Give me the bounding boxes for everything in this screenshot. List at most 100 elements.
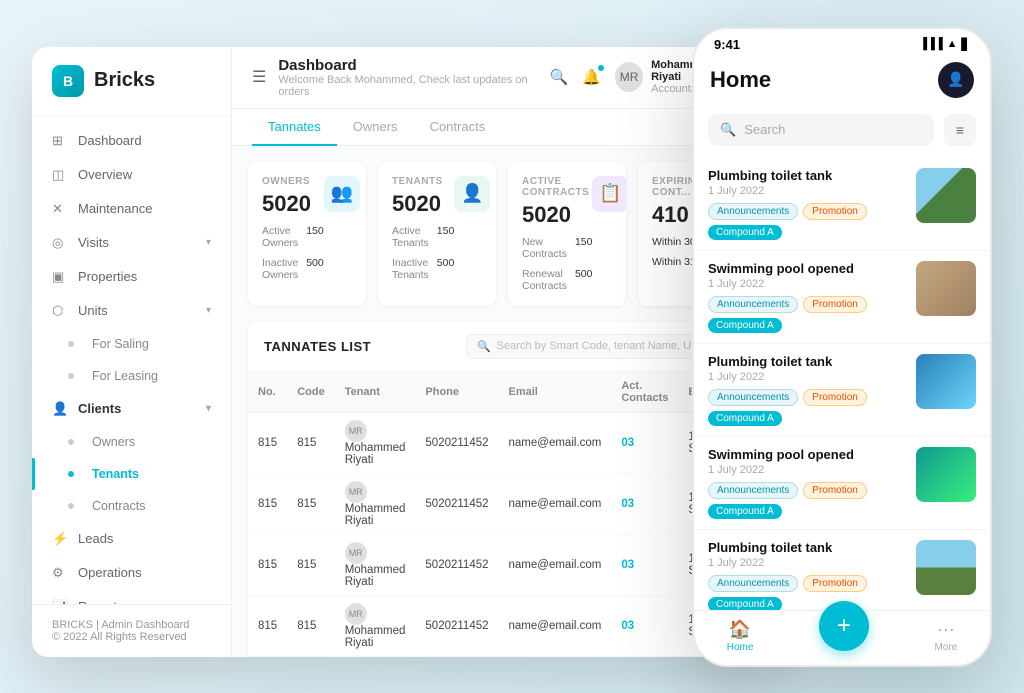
- feed-tags: AnnouncementsPromotionCompound A: [708, 389, 906, 426]
- cell-tenant: MR Mohammed Riyati: [335, 595, 416, 656]
- col-no: No.: [248, 372, 287, 413]
- cell-phone: 5020211452: [415, 473, 498, 534]
- hamburger-icon[interactable]: ☰: [252, 67, 266, 87]
- owners-icon: 👥: [324, 176, 360, 212]
- mobile-feed: Plumbing toilet tank 1 July 2022 Announc…: [694, 154, 990, 610]
- feed-tag: Promotion: [803, 575, 867, 592]
- logo-icon: B: [52, 65, 84, 97]
- feed-item[interactable]: Plumbing toilet tank 1 July 2022 Announc…: [694, 158, 990, 251]
- feed-item[interactable]: Plumbing toilet tank 1 July 2022 Announc…: [694, 344, 990, 437]
- visits-icon: ◎: [52, 235, 68, 251]
- sidebar-item-contracts[interactable]: Contracts: [32, 490, 231, 522]
- sidebar-item-label: Properties: [78, 269, 137, 284]
- feed-tags: Announcements Promotion Compound A: [708, 296, 906, 333]
- mobile-search-box[interactable]: 🔍 Search: [708, 114, 934, 146]
- tab-owners[interactable]: Owners: [337, 109, 414, 146]
- sidebar-item-label: Units: [78, 303, 108, 318]
- col-email: Email: [499, 372, 612, 413]
- stat-card-tenants: TENANTS 5020 Active Tenants 150 Inactive…: [378, 162, 496, 306]
- feed-thumbnail: [916, 447, 976, 502]
- sidebar-item-tenants[interactable]: Tenants: [32, 458, 231, 490]
- feed-title: Plumbing toilet tank: [708, 354, 906, 369]
- cell-tenant: MR Mohammed Riyati: [335, 534, 416, 595]
- feed-tag: Promotion: [803, 296, 867, 313]
- scene: B Bricks ⊞ Dashboard ◫ Overview ✕ Mainte…: [32, 27, 992, 667]
- header-title: Dashboard Welcome Back Mohammed, Check l…: [278, 57, 549, 98]
- table-header: TANNATES LIST 🔍 Search by Smart Code, te…: [248, 322, 756, 372]
- overview-icon: ◫: [52, 167, 68, 183]
- feed-text: Plumbing toilet tank 1 July 2022 Announc…: [708, 354, 906, 426]
- table-row[interactable]: 815 815 MR Mohammed Riyati 5020211452 na…: [248, 656, 756, 657]
- bottom-nav-more[interactable]: ··· More: [934, 619, 957, 653]
- feed-item[interactable]: Swimming pool opened 1 July 2022 Announc…: [694, 437, 990, 530]
- cell-tenant: MR Mohammed Riyati: [335, 412, 416, 473]
- mobile-avatar[interactable]: 👤: [938, 62, 974, 98]
- sidebar-item-reports[interactable]: 📊 Reports: [32, 590, 231, 604]
- feed-thumbnail: [916, 354, 976, 409]
- feed-item[interactable]: Swimming pool opened 1 July 2022 Announc…: [694, 251, 990, 344]
- sidebar-item-label: Maintenance: [78, 201, 152, 216]
- stat-sub-value: 150: [306, 225, 324, 249]
- footer-copyright: © 2022 All Rights Reserved: [52, 631, 211, 643]
- sidebar-item-overview[interactable]: ◫ Overview: [32, 158, 231, 192]
- stat-sub-key: Renewal Contracts: [522, 268, 567, 292]
- sidebar-item-properties[interactable]: ▣ Properties: [32, 260, 231, 294]
- sidebar-item-for-saling[interactable]: For Saling: [32, 328, 231, 360]
- stat-sub-key: Inactive Tenants: [392, 257, 429, 281]
- search-icon[interactable]: 🔍: [550, 68, 569, 86]
- col-code: Code: [287, 372, 335, 413]
- feed-date: 1 July 2022: [708, 557, 906, 569]
- main-content: ☰ Dashboard Welcome Back Mohammed, Check…: [232, 47, 772, 657]
- cell-no: 815: [248, 534, 287, 595]
- stat-value: 5020: [522, 202, 592, 228]
- cell-tenant: MR Mohammed Riyati: [335, 656, 416, 657]
- stat-sub: Active Owners 150: [262, 225, 324, 249]
- stat-sub: Inactive Tenants 500: [392, 257, 454, 281]
- table-row[interactable]: 815 815 MR Mohammed Riyati 5020211452 na…: [248, 595, 756, 656]
- notifications-icon[interactable]: 🔔: [582, 68, 601, 86]
- clients-icon: 👤: [52, 401, 68, 417]
- feed-tag: Announcements: [708, 296, 798, 313]
- feed-thumbnail: [916, 168, 976, 223]
- fab-button[interactable]: +: [819, 601, 869, 651]
- feed-date: 1 July 2022: [708, 185, 906, 197]
- bottom-nav-home[interactable]: 🏠 Home: [727, 619, 754, 653]
- stat-label: ACTIVE CONTRACTS: [522, 176, 592, 198]
- feed-tags: AnnouncementsPromotionCompound A: [708, 575, 906, 610]
- cell-email: name@email.com: [499, 595, 612, 656]
- bottom-nav-label: More: [934, 642, 957, 653]
- tab-tannates[interactable]: Tannates: [252, 109, 337, 146]
- feed-thumbnail: [916, 261, 976, 316]
- feed-tag: Compound A: [708, 318, 782, 333]
- sidebar-item-leads[interactable]: ⚡ Leads: [32, 522, 231, 556]
- filter-icon[interactable]: ≡: [944, 114, 976, 146]
- stat-value: 5020: [262, 191, 324, 217]
- plus-icon: +: [837, 612, 851, 640]
- feed-title: Plumbing toilet tank: [708, 168, 906, 183]
- sidebar-item-for-leasing[interactable]: For Leasing: [32, 360, 231, 392]
- sidebar-item-units[interactable]: ⬡ Units ▾: [32, 294, 231, 328]
- table-row[interactable]: 815 815 MR Mohammed Riyati 5020211452 na…: [248, 473, 756, 534]
- sidebar-item-dashboard[interactable]: ⊞ Dashboard: [32, 124, 231, 158]
- feed-item[interactable]: Plumbing toilet tank 1 July 2022 Announc…: [694, 530, 990, 610]
- cell-email: name@email.com: [499, 534, 612, 595]
- tenant-avatar: MR: [345, 481, 367, 503]
- sidebar-item-maintenance[interactable]: ✕ Maintenance: [32, 192, 231, 226]
- table-row[interactable]: 815 815 MR Mohammed Riyati 5020211452 na…: [248, 412, 756, 473]
- sidebar-item-owners[interactable]: Owners: [32, 426, 231, 458]
- cell-code: 815: [287, 595, 335, 656]
- signal-icon: ▐▐▐: [919, 38, 942, 50]
- mobile-status-bar: 9:41 ▐▐▐ ▲ ▋: [694, 29, 990, 56]
- mobile-bottom-nav: 🏠 Home + ··· More: [694, 610, 990, 665]
- sidebar-item-operations[interactable]: ⚙ Operations: [32, 556, 231, 590]
- tab-contracts[interactable]: Contracts: [414, 109, 502, 146]
- units-icon: ⬡: [52, 303, 68, 319]
- sidebar-item-visits[interactable]: ◎ Visits ▾: [32, 226, 231, 260]
- sidebar-item-label: Reports: [78, 599, 124, 604]
- table-row[interactable]: 815 815 MR Mohammed Riyati 5020211452 na…: [248, 534, 756, 595]
- stat-info: ACTIVE CONTRACTS 5020 New Contracts 150 …: [522, 176, 592, 292]
- sidebar-item-label: For Saling: [92, 337, 149, 351]
- operations-icon: ⚙: [52, 565, 68, 581]
- sidebar-item-clients[interactable]: 👤 Clients ▾: [32, 392, 231, 426]
- cell-no: 815: [248, 412, 287, 473]
